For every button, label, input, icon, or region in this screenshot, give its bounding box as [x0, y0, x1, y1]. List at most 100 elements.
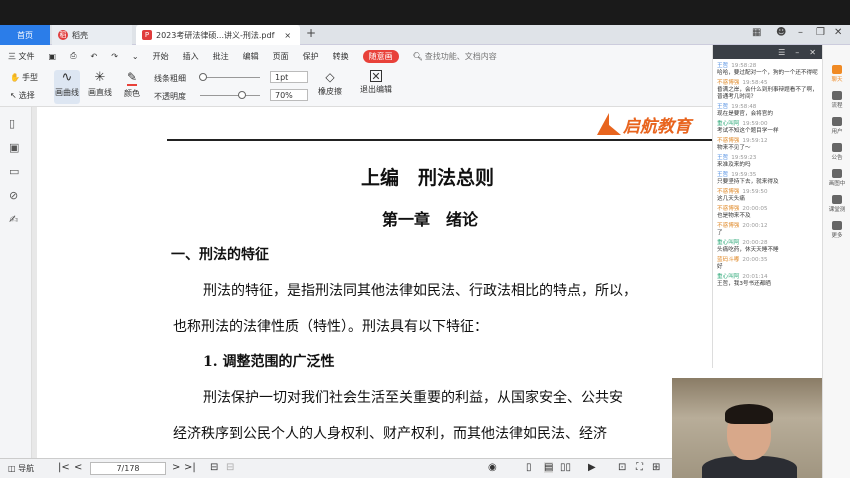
fit-width-icon[interactable]: ⛶ [636, 462, 643, 473]
tab-close-icon[interactable]: × [284, 31, 291, 40]
forward-icon[interactable]: ⊟ [226, 462, 234, 473]
comment-icon[interactable]: ▭ [9, 165, 19, 178]
menu-freedraw[interactable]: 随意画 [362, 49, 399, 63]
chat-text: 这几天头痛 [717, 196, 745, 202]
menu-edit[interactable]: 编辑 [243, 51, 259, 62]
opacity-slider-track[interactable] [200, 91, 260, 99]
menu-annotate[interactable]: 批注 [213, 51, 229, 62]
weight-select[interactable]: 1pt [270, 71, 308, 83]
opacity-slider-handle[interactable] [238, 91, 246, 99]
chat-text: 昏满之岸，会什么到刑事辩题看不了啊，普通考几时间？ [717, 87, 818, 100]
play-icon[interactable]: ▶ [588, 462, 596, 473]
draw-line-tool[interactable]: ✳ 画直线 [88, 70, 112, 98]
chat-sender: 不惑博强 [717, 80, 740, 86]
line-icon: ✳ [94, 70, 106, 85]
page-input[interactable]: 7/178 [90, 462, 166, 475]
right-sidebar-item[interactable]: 流程 [825, 91, 849, 109]
chat-text: 现在是要官，会将官的 [717, 111, 773, 117]
right-sidebar-item[interactable]: 用户 [825, 117, 849, 135]
chat-time: 19:58:45 [742, 80, 768, 86]
right-sidebar-item[interactable]: 画图中 [825, 169, 849, 187]
chat-message-list[interactable]: 王哲 19:58:28 哈哈，要过配对一个，狗的一个还不得呢 不惑博强 19:58:45… [713, 59, 822, 368]
eye-icon[interactable]: ◉ [488, 462, 497, 473]
chat-text: 好 [717, 264, 723, 270]
weight-slider-track[interactable] [199, 73, 260, 81]
next-page-button[interactable]: > [172, 462, 180, 473]
chat-sender: 王哲 [717, 104, 729, 110]
grid-icon[interactable]: ▦ [752, 27, 761, 38]
first-page-button[interactable]: |< [58, 462, 70, 473]
chat-message: 蓝码斗嘟 20:00:35 好 [713, 256, 822, 273]
exit-label: 退出编辑 [360, 85, 392, 94]
chat-sender: 重心叫阿 [717, 240, 740, 246]
chat-message: 王哲 19:58:28 哈哈，要过配对一个，狗的一个还不得呢 [713, 62, 822, 79]
more-icon[interactable]: ⌄ [132, 52, 139, 61]
document-viewport[interactable]: 启航教育 上编 刑法总则 第一章 绪论 一、刑法的特征 刑法的特征，是指刑法同其… [32, 107, 712, 458]
close-icon[interactable]: ✕ [834, 27, 842, 38]
redo-icon[interactable]: ↷ [111, 52, 118, 61]
avatar[interactable]: ☻ [776, 27, 786, 38]
prev-page-button[interactable]: < [74, 462, 82, 473]
menu-convert[interactable]: 转换 [333, 51, 349, 62]
tab-pdf[interactable]: P 2023考研法律硕...讲义-刑法.pdf × [136, 25, 300, 45]
select-tool[interactable]: ↖ 选择 [10, 90, 35, 101]
line-weight-label: 线条粗细 [154, 74, 186, 83]
weight-slider-handle[interactable] [199, 73, 207, 81]
search-input[interactable]: 查找功能、文档内容 [425, 51, 497, 62]
last-page-button[interactable]: >| [184, 462, 196, 473]
two-page-icon[interactable]: ▯▯ [560, 462, 571, 473]
print-icon[interactable]: ⎙ [70, 51, 76, 61]
right-sidebar-item[interactable]: 更多 [825, 221, 849, 239]
restore-icon[interactable]: ❐ [816, 27, 825, 38]
nav-toggle[interactable]: ◫ 导航 [8, 463, 34, 474]
hand-icon: ✋ [10, 73, 20, 82]
bookmark-icon[interactable]: ▯ [9, 117, 15, 130]
menu-page[interactable]: 页面 [273, 51, 289, 62]
opacity-select[interactable]: 70% [270, 89, 308, 101]
chat-message: 王哲 19:59:23 来准及来的吗 [713, 154, 822, 171]
tab-docer[interactable]: 稻 稻壳 [52, 25, 132, 45]
menu-protect[interactable]: 保护 [303, 51, 319, 62]
color-tool[interactable]: ✎ 颜色 [124, 70, 140, 99]
right-sidebar-item[interactable]: 公告 [825, 143, 849, 161]
chat-minimize-icon[interactable]: – [795, 48, 799, 57]
cursor-icon: ↖ [10, 91, 17, 100]
draw-curve-tool[interactable]: ∿ 画曲线 [54, 70, 80, 104]
back-icon[interactable]: ⊟ [210, 462, 218, 473]
notice-icon [832, 143, 842, 152]
exit-icon: ✕ [370, 70, 382, 83]
thumbnail-icon[interactable]: ▣ [9, 141, 19, 154]
right-sidebar: 聊天流程用户公告画图中课堂测更多 [822, 45, 850, 478]
exit-edit-button[interactable]: ✕ 退出编辑 [360, 70, 392, 95]
chat-close-icon[interactable]: ✕ [809, 48, 816, 57]
right-sidebar-item[interactable]: 课堂测 [825, 195, 849, 213]
color-label: 颜色 [124, 89, 140, 98]
save-icon[interactable]: ▣ [49, 52, 57, 61]
menu-start[interactable]: 开始 [153, 51, 169, 62]
tab-home[interactable]: 首页 [0, 25, 50, 45]
presenter-hair [725, 404, 773, 424]
attachment-icon[interactable]: ⊘ [9, 189, 18, 202]
pdf-icon: P [142, 30, 152, 40]
hand-tool[interactable]: ✋ 手型 [10, 72, 38, 83]
minimize-icon[interactable]: – [798, 27, 803, 38]
signature-icon[interactable]: ✍ [9, 213, 18, 226]
menu-bar: 三 文件 ▣ ⎙ ↶ ↷ ⌄ 开始 插入 批注 编辑 页面 保护 转换 随意画 … [0, 45, 712, 67]
single-page-icon[interactable]: ▯ [526, 462, 532, 473]
new-tab-button[interactable]: + [306, 26, 316, 40]
chat-time: 20:00:35 [742, 257, 768, 263]
menu-insert[interactable]: 插入 [183, 51, 199, 62]
undo-icon[interactable]: ↶ [91, 52, 98, 61]
webcam-video [672, 378, 822, 478]
right-sidebar-item[interactable]: 聊天 [825, 65, 849, 83]
chat-text: 王哲，我3号书还都晒 [717, 281, 771, 287]
chat-message: 重心叫阿 20:00:28 头痛吃药，休天天睡不睡 [713, 239, 822, 256]
draw-icon [832, 169, 842, 178]
eraser-tool[interactable]: ◇ 橡皮擦 [318, 70, 342, 97]
continuous-icon[interactable]: ▤ [544, 462, 554, 473]
chat-message: 不惑博强 19:59:12 物来不见了～ [713, 137, 822, 154]
list-icon[interactable]: ☰ [778, 48, 785, 57]
file-menu[interactable]: 三 文件 [8, 51, 35, 62]
zoom-icon[interactable]: ⊞ [652, 462, 660, 473]
fit-page-icon[interactable]: ⊡ [618, 462, 626, 473]
